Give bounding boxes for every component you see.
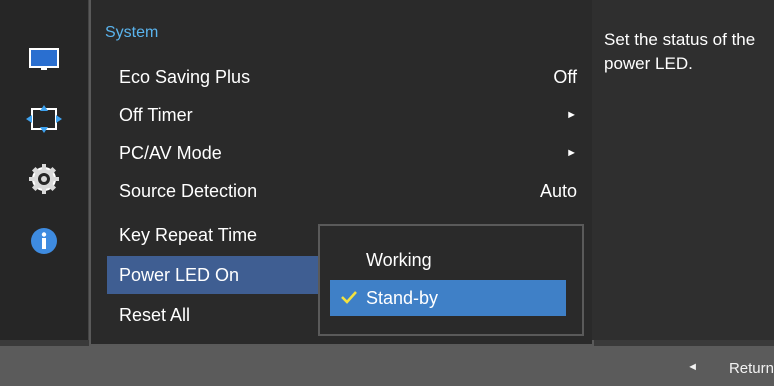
menu-item-label: Source Detection — [119, 180, 258, 201]
menu-item-eco-saving-plus[interactable]: Eco Saving Plus Off — [107, 58, 577, 96]
menu-item-label: Key Repeat Time — [119, 224, 258, 245]
checkmark-icon — [340, 289, 358, 310]
menu-item-value: Auto — [539, 180, 577, 201]
info-icon[interactable] — [26, 226, 62, 256]
menu-item-label: Eco Saving Plus — [119, 66, 251, 87]
menu-item-source-detection[interactable]: Source Detection Auto — [107, 172, 577, 210]
submenu-arrow-icon: ► — [566, 147, 577, 159]
description-panel: Set the status of the power LED. — [592, 0, 774, 340]
icon-sidebar — [0, 0, 90, 340]
option-label: Stand-by — [366, 287, 439, 308]
monitor-icon[interactable] — [26, 44, 62, 74]
option-working[interactable]: Working — [330, 242, 566, 278]
return-arrow-icon: ◄ — [687, 361, 698, 373]
menu-title: System — [105, 24, 159, 41]
submenu-arrow-icon: ► — [566, 109, 577, 121]
menu-item-label: PC/AV Mode — [119, 142, 222, 163]
menu-item-power-led-on[interactable]: Power LED On — [107, 256, 321, 294]
menu-item-label: Power LED On — [119, 264, 240, 285]
menu-item-value: Off — [553, 66, 577, 87]
power-led-submenu: Working Stand-by — [318, 224, 584, 336]
menu-item-pc-av-mode[interactable]: PC/AV Mode ► — [107, 134, 577, 172]
footer-bar: ◄ Return — [0, 346, 774, 386]
return-button[interactable]: Return — [729, 360, 774, 377]
menu-item-label: Off Timer — [119, 104, 193, 125]
option-stand-by[interactable]: Stand-by — [330, 280, 566, 316]
option-label: Working — [366, 249, 432, 270]
menu-item-label: Reset All — [119, 304, 191, 325]
menu-item-off-timer[interactable]: Off Timer ► — [107, 96, 577, 134]
description-text: Set the status of the power LED. — [604, 30, 756, 73]
resize-arrows-icon[interactable] — [26, 104, 62, 134]
osd-screen: System Eco Saving Plus Off Off Timer ► P… — [0, 0, 774, 386]
gear-icon[interactable] — [26, 164, 62, 194]
